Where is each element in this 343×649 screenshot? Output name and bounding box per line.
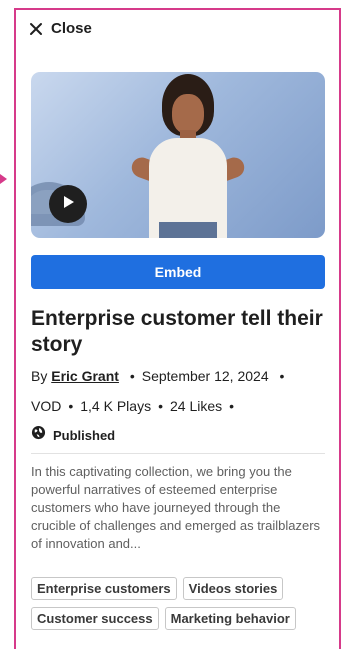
close-label: Close — [51, 20, 92, 37]
globe-icon — [31, 425, 46, 445]
tag-list: Enterprise customers Videos stories Cust… — [31, 577, 331, 630]
by-prefix: By — [31, 368, 48, 384]
plays-count: 1,4 K Plays — [80, 398, 152, 414]
bullet-separator: • — [129, 368, 135, 384]
presenter-legs — [159, 222, 217, 238]
video-description: In this captivating collection, we bring… — [31, 464, 321, 551]
content-type: VOD — [31, 398, 62, 414]
author-link[interactable]: Eric Grant — [51, 368, 119, 384]
tag-chip[interactable]: Customer success — [31, 607, 159, 630]
divider — [31, 453, 325, 454]
tag-chip[interactable]: Marketing behavior — [164, 607, 296, 630]
play-button[interactable] — [49, 185, 87, 223]
tag-chip[interactable]: Videos stories — [182, 577, 284, 600]
tag-chip[interactable]: Enterprise customers — [31, 577, 177, 600]
bullet-separator: • — [229, 398, 235, 414]
selection-pointer — [0, 174, 7, 184]
bullet-separator: • — [158, 398, 163, 414]
status-label: Published — [53, 427, 116, 443]
play-icon — [60, 194, 76, 215]
close-icon — [29, 22, 43, 36]
meta-author-date: By Eric Grant • September 12, 2024 • — [31, 367, 331, 385]
video-thumbnail[interactable] — [31, 72, 325, 238]
close-button[interactable]: Close — [29, 20, 92, 37]
status-badge: Published — [31, 425, 115, 445]
embed-button[interactable]: Embed — [31, 255, 325, 289]
bullet-separator: • — [279, 368, 285, 384]
likes-count: 24 Likes — [169, 398, 223, 414]
video-title: Enterprise customer tell their story — [31, 307, 323, 356]
bullet-separator: • — [68, 398, 74, 414]
publish-date: September 12, 2024 — [141, 368, 269, 384]
meta-stats: VOD • 1,4 K Plays • 24 Likes • — [31, 397, 331, 415]
presenter-face — [172, 94, 204, 134]
